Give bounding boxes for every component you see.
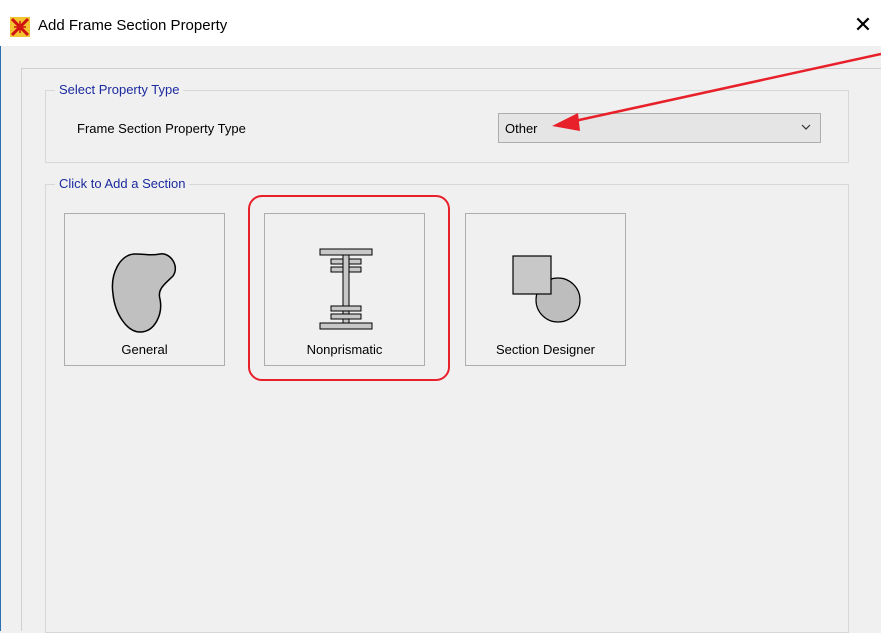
tile-label: Section Designer: [496, 342, 595, 357]
add-section-legend: Click to Add a Section: [55, 176, 190, 191]
tile-label: General: [121, 342, 168, 357]
nonprismatic-highlight-box: [248, 195, 450, 381]
close-button[interactable]: ✕: [845, 8, 881, 42]
title-bar: Add Frame Section Property ✕: [0, 0, 881, 46]
section-designer-button[interactable]: Section Designer: [465, 213, 626, 366]
property-type-dropdown[interactable]: Other: [498, 113, 821, 143]
app-icon: [10, 17, 30, 37]
close-icon: ✕: [853, 12, 873, 37]
chevron-down-icon: [801, 124, 811, 130]
window-title: Add Frame Section Property: [38, 17, 228, 34]
general-section-button[interactable]: General: [64, 213, 225, 366]
frame-section-property-type-label: Frame Section Property Type: [77, 121, 246, 136]
dropdown-selected-value: Other: [505, 121, 538, 136]
select-property-type-legend: Select Property Type: [55, 82, 184, 97]
window-border: [0, 46, 1, 631]
